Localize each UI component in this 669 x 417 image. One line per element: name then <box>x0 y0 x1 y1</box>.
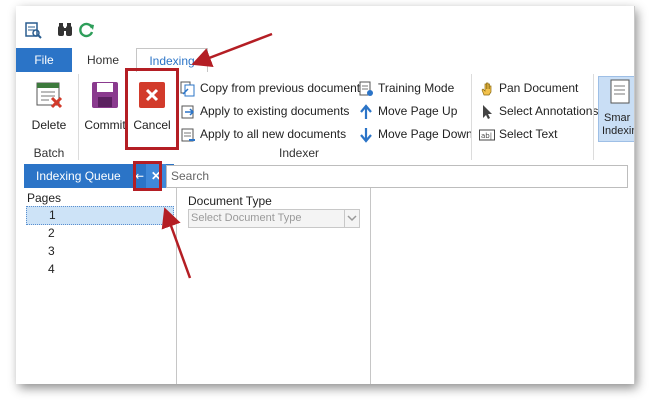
arrow-to-close-button <box>161 207 192 279</box>
arrow-to-indexing-tab <box>191 32 273 67</box>
annotation-arrows <box>161 32 273 279</box>
